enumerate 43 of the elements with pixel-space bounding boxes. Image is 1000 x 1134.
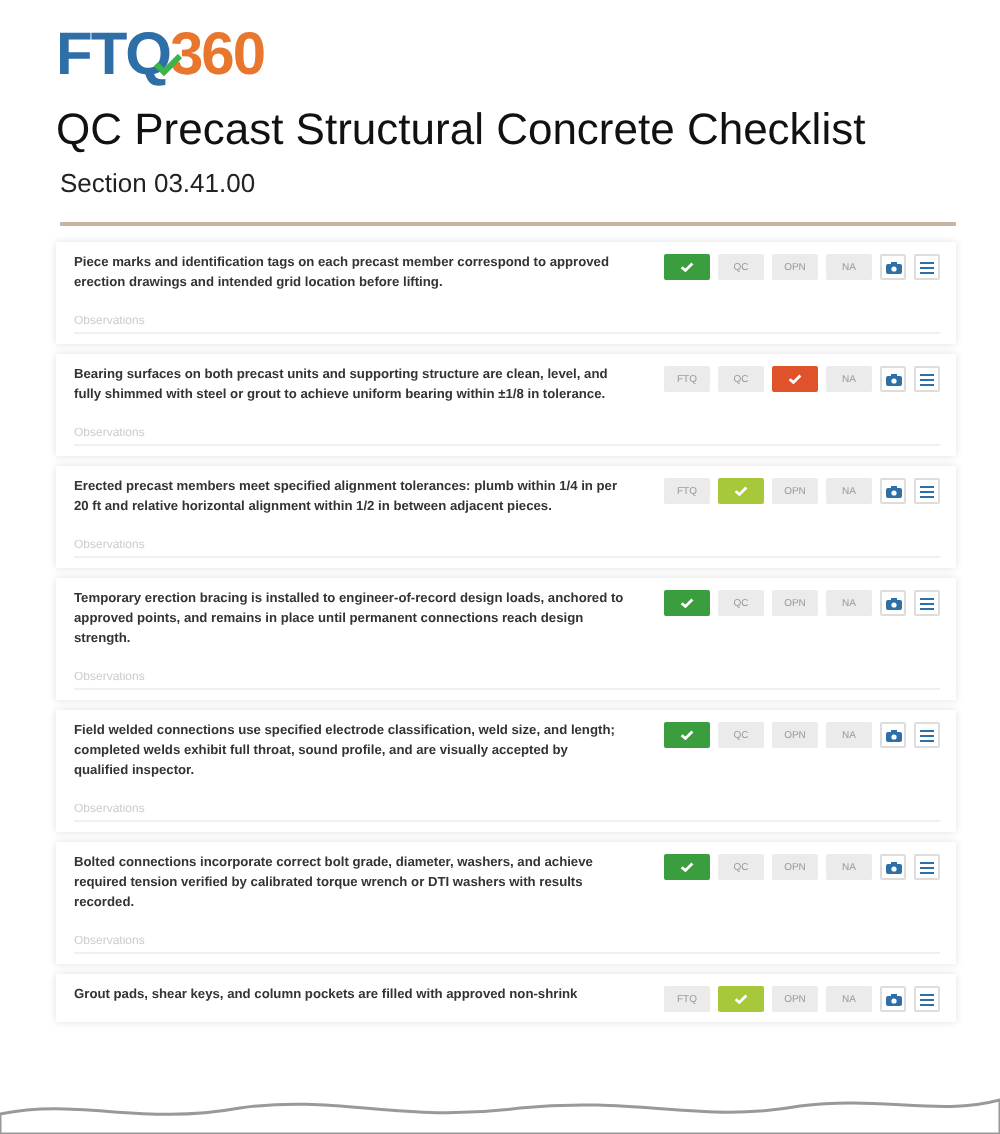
menu-button[interactable] — [914, 722, 940, 748]
menu-icon — [920, 485, 934, 497]
camera-button[interactable] — [880, 986, 906, 1012]
menu-icon — [920, 261, 934, 273]
camera-button[interactable] — [880, 722, 906, 748]
menu-button[interactable] — [914, 366, 940, 392]
selected-option-button[interactable] — [664, 854, 710, 880]
camera-button[interactable] — [880, 590, 906, 616]
menu-button[interactable] — [914, 478, 940, 504]
menu-button[interactable] — [914, 254, 940, 280]
logo: FTQ360 — [56, 24, 267, 88]
menu-icon — [920, 861, 934, 873]
checkmark-icon — [680, 262, 694, 272]
selected-option-button[interactable] — [664, 722, 710, 748]
menu-icon — [920, 373, 934, 385]
checkmark-icon — [788, 374, 802, 384]
section-number: Section 03.41.00 — [60, 168, 258, 198]
selected-option-button[interactable] — [772, 366, 818, 392]
camera-button[interactable] — [880, 366, 906, 392]
camera-icon — [885, 993, 901, 1005]
menu-button[interactable] — [914, 986, 940, 1012]
camera-button[interactable] — [880, 254, 906, 280]
page-title: QC Precast Structural Concrete Checklist — [56, 104, 868, 156]
checkmark-icon — [680, 862, 694, 872]
menu-button[interactable] — [914, 854, 940, 880]
camera-icon — [885, 729, 901, 741]
checkmark-icon — [734, 486, 748, 496]
checkmark-icon — [734, 994, 748, 1004]
camera-icon — [885, 485, 901, 497]
menu-button[interactable] — [914, 590, 940, 616]
menu-icon — [920, 993, 934, 1005]
menu-icon — [920, 729, 934, 741]
camera-button[interactable] — [880, 854, 906, 880]
camera-icon — [885, 861, 901, 873]
camera-icon — [885, 261, 901, 273]
menu-icon — [920, 597, 934, 609]
checkmark-icon — [680, 730, 694, 740]
camera-button[interactable] — [880, 478, 906, 504]
camera-icon — [885, 597, 901, 609]
selected-option-button[interactable] — [664, 254, 710, 280]
camera-icon — [885, 373, 901, 385]
checkmark-icon — [680, 598, 694, 608]
selected-option-button[interactable] — [664, 590, 710, 616]
